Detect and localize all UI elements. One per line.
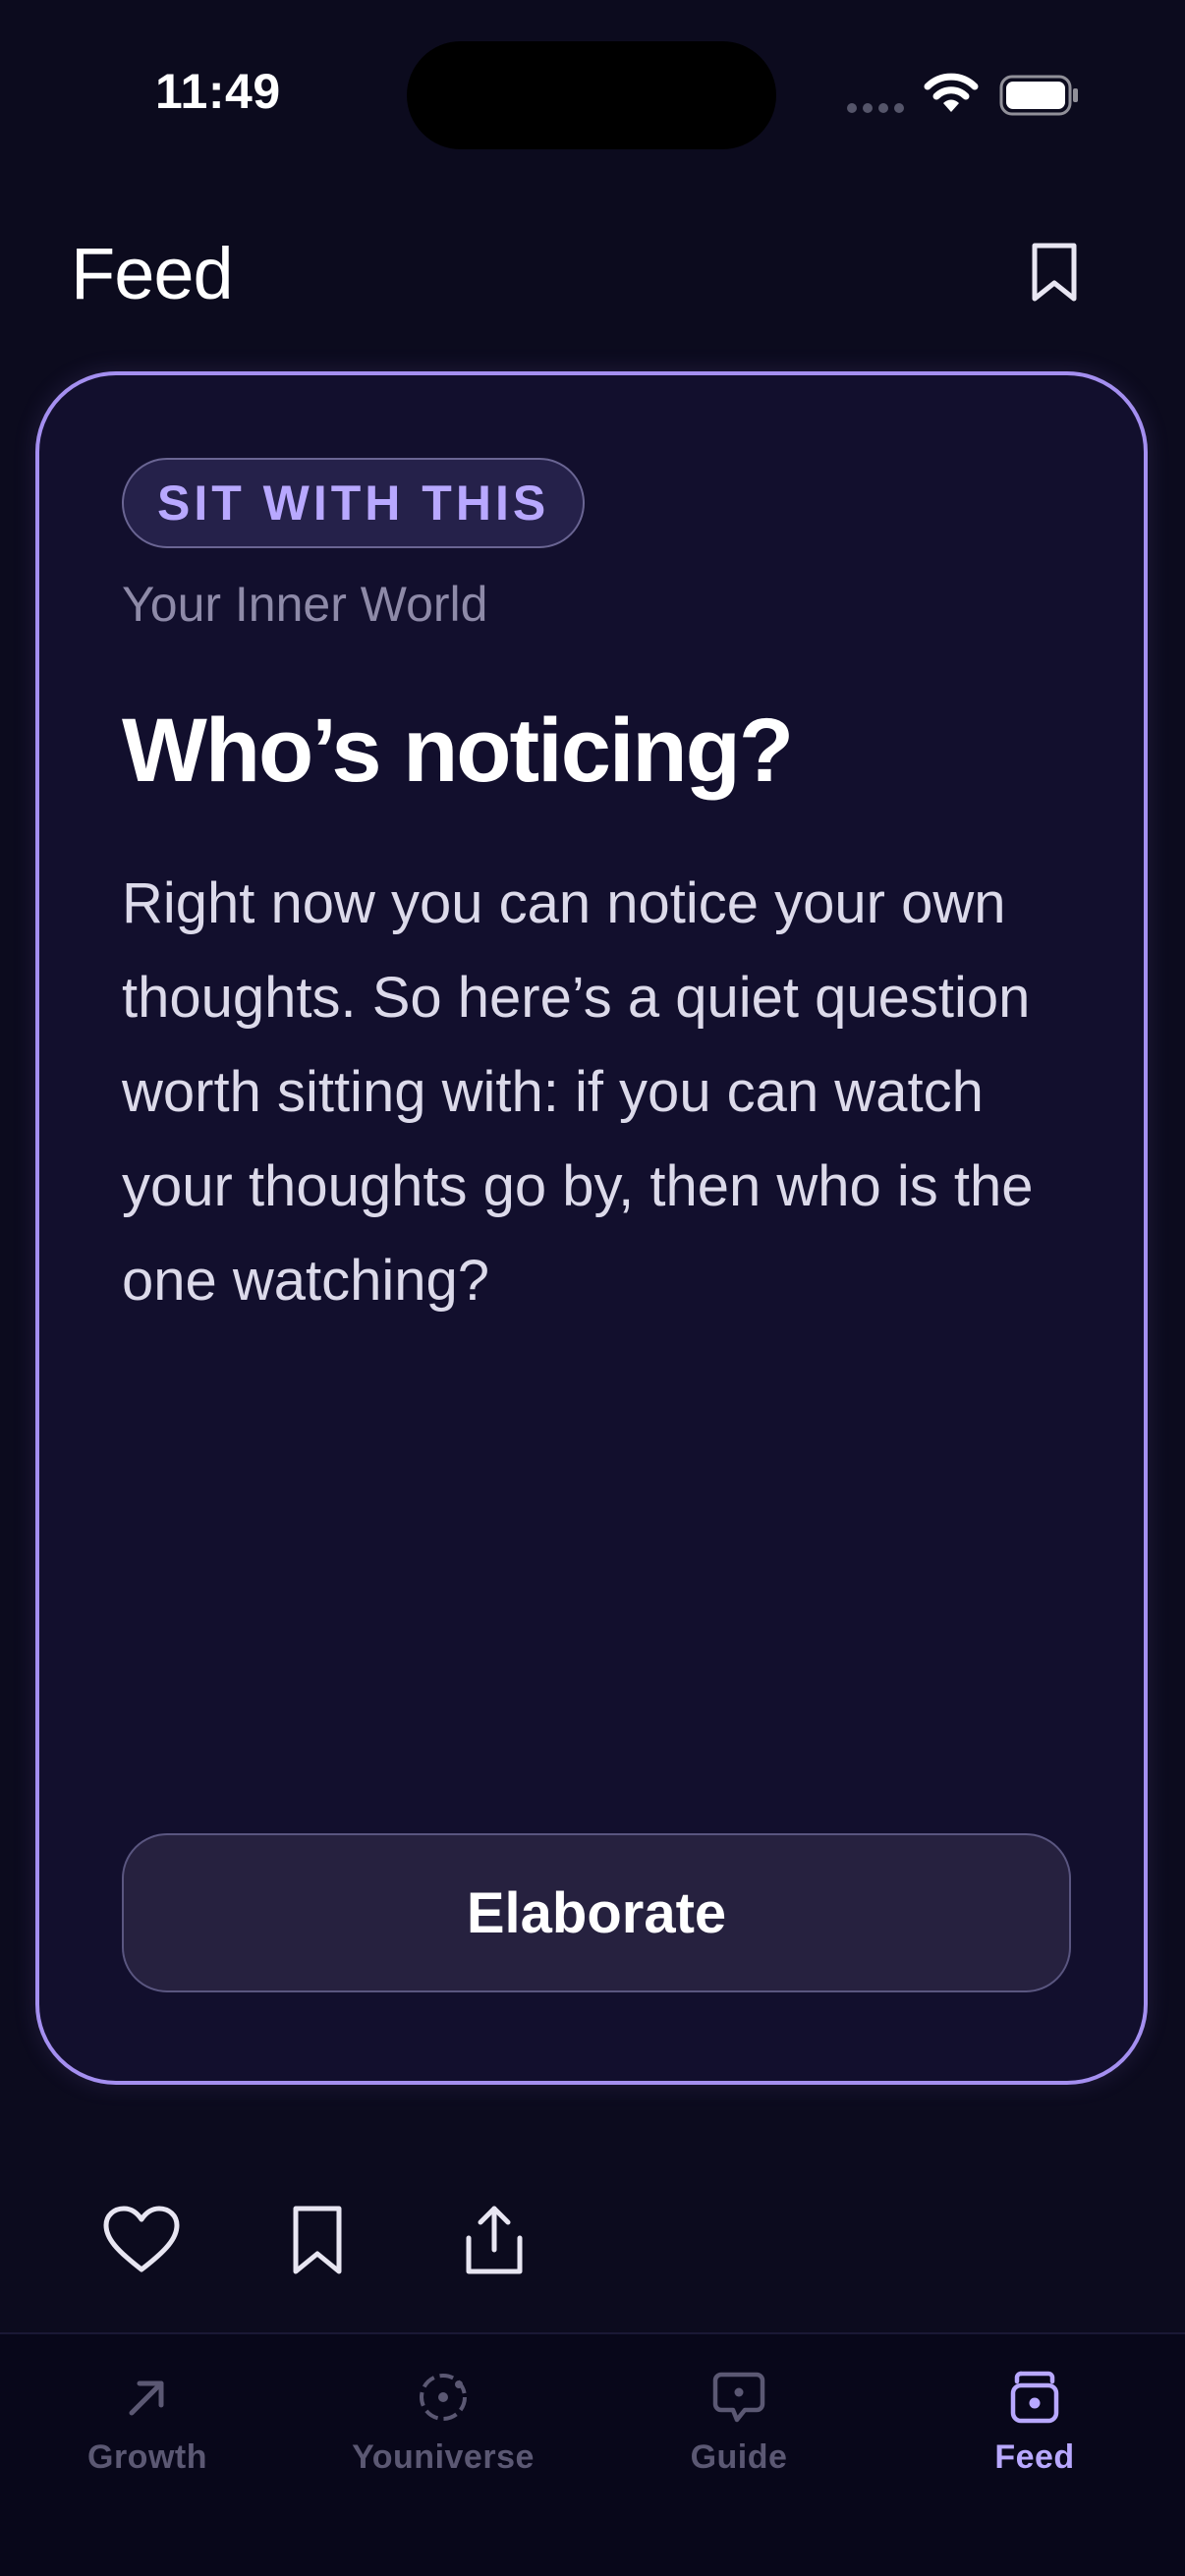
- tab-bar: Growth Youniverse Guide Feed: [0, 2332, 1185, 2576]
- wifi-icon: [924, 73, 979, 112]
- card-title: Who’s noticing?: [122, 700, 794, 801]
- page-title: Feed: [71, 233, 234, 314]
- status-time: 11:49: [155, 64, 281, 119]
- battery-icon: [999, 75, 1078, 116]
- heart-icon[interactable]: [102, 2205, 181, 2275]
- bookmark-icon[interactable]: [278, 2205, 357, 2275]
- tab-label: Youniverse: [352, 2438, 535, 2476]
- card-body: Right now you can notice your own though…: [122, 871, 1034, 1313]
- bookmark-icon[interactable]: [1029, 242, 1080, 303]
- tab-growth[interactable]: Growth: [0, 2368, 295, 2477]
- tab-label: Feed: [994, 2438, 1075, 2476]
- orbit-icon: [414, 2368, 473, 2427]
- tab-guide[interactable]: Guide: [592, 2368, 886, 2477]
- arrow-up-right-icon: [118, 2368, 177, 2427]
- cellular-signal-icon: [847, 103, 904, 113]
- feed-stack-icon: [1005, 2368, 1064, 2427]
- chat-bubble-icon: [709, 2368, 768, 2427]
- tab-feed[interactable]: Feed: [887, 2368, 1182, 2477]
- elaborate-button[interactable]: Elaborate: [122, 1833, 1071, 1992]
- feed-screen: 11:49 Feed SIT WITH THIS Your Inner Worl…: [0, 0, 1185, 2576]
- dynamic-island: [407, 41, 776, 149]
- card-badge: SIT WITH THIS: [122, 458, 586, 548]
- card-category: Your Inner World: [122, 577, 488, 632]
- tab-label: Guide: [690, 2438, 788, 2476]
- feed-card: SIT WITH THIS Your Inner World Who’s not…: [35, 371, 1148, 2085]
- share-icon[interactable]: [455, 2205, 534, 2275]
- tab-label: Growth: [87, 2438, 207, 2476]
- tab-youniverse[interactable]: Youniverse: [296, 2368, 591, 2477]
